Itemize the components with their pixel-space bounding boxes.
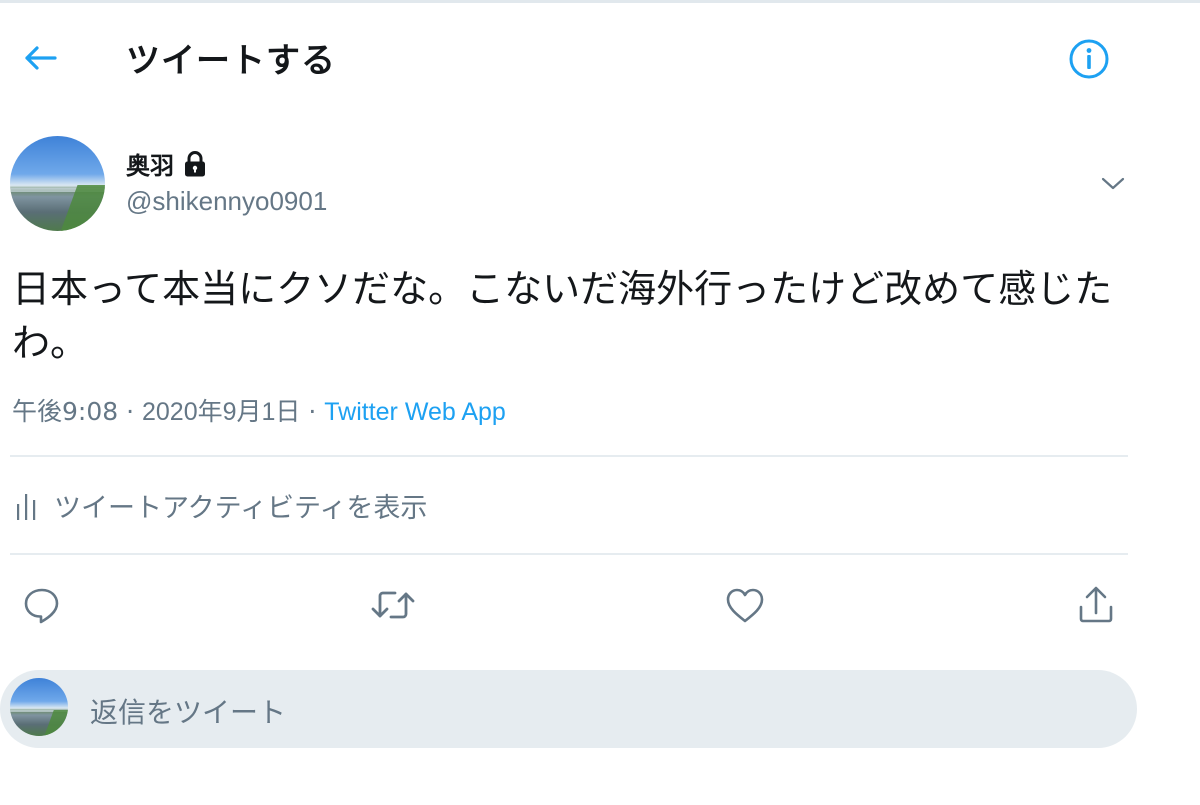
user-name[interactable]: 奥羽: [126, 146, 210, 181]
tweet-actions: [0, 580, 1200, 630]
tweet-activity-label: ツイートアクティビティを表示: [54, 493, 428, 524]
tweet-source-link[interactable]: Twitter Web App: [324, 398, 506, 426]
more-options-button[interactable]: [1094, 165, 1132, 203]
header: ツイートする: [0, 20, 1200, 92]
share-button[interactable]: [1071, 580, 1121, 630]
info-circle-icon: [1069, 39, 1109, 79]
like-icon: [726, 588, 764, 623]
chevron-down-icon: [1101, 177, 1125, 190]
reply-button[interactable]: [17, 580, 67, 630]
top-border: [0, 0, 1200, 3]
avatar[interactable]: [10, 136, 105, 231]
reply-avatar: [10, 678, 68, 736]
tweet-date[interactable]: 2020年9月1日: [142, 398, 300, 426]
reply-icon: [24, 588, 59, 624]
retweet-icon: [371, 591, 415, 619]
bar-chart-icon: [17, 493, 36, 520]
info-button[interactable]: [1066, 36, 1112, 82]
user-name-text: 奥羽: [126, 152, 174, 180]
lock-icon: [185, 150, 205, 176]
divider: [10, 455, 1128, 457]
user-handle[interactable]: @shikennyo0901: [126, 186, 327, 217]
tweet-meta: 午後9:08 · 2020年9月1日 · Twitter Web App: [12, 392, 506, 428]
retweet-button[interactable]: [368, 580, 418, 630]
tweet-activity-link[interactable]: ツイートアクティビティを表示: [14, 486, 427, 525]
reply-input-placeholder[interactable]: 返信をツイート: [90, 691, 286, 731]
page-title: ツイートする: [126, 41, 336, 81]
divider: [10, 553, 1128, 555]
tweet-text: 日本って本当にクソだな。こないだ海外行ったけど改めて感じたわ。: [12, 267, 1113, 365]
share-icon: [1079, 586, 1113, 623]
like-button[interactable]: [720, 580, 770, 630]
tweet-time[interactable]: 午後9:08: [12, 397, 118, 426]
meta-separator: ·: [118, 397, 142, 426]
meta-separator: ·: [300, 397, 325, 426]
back-button[interactable]: [18, 36, 62, 80]
arrow-left-icon: [25, 46, 57, 70]
